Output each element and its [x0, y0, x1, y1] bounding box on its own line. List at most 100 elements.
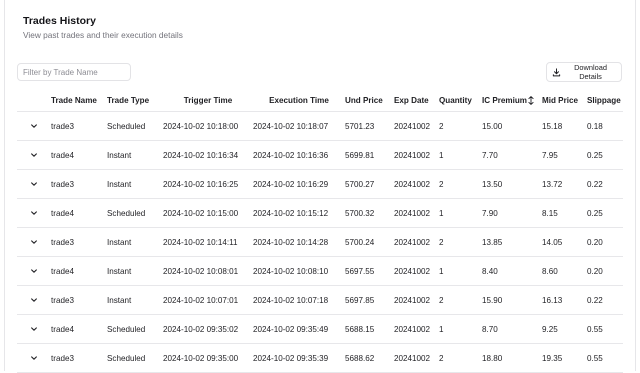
mid-price-cell: 8.60: [542, 256, 587, 286]
filter-trade-name-input[interactable]: [17, 63, 131, 81]
trade-name-cell: trade4: [51, 140, 107, 170]
exp-date-cell: 20241002: [394, 343, 439, 373]
ic-premium-label: IC Premium: [482, 95, 527, 105]
und-price-cell: 5700.24: [345, 227, 394, 257]
column-header-und-price[interactable]: Und Price: [345, 90, 394, 112]
exp-date-cell: 20241002: [394, 111, 439, 141]
quantity-cell: 1: [439, 140, 482, 170]
slippage-cell: 0.25: [587, 198, 623, 228]
column-header-quantity[interactable]: Quantity: [439, 90, 482, 112]
trigger-time-cell: 2024-10-02 10:14:11: [163, 227, 253, 257]
ic-premium-cell: 15.00: [482, 111, 542, 141]
chevron-down-icon[interactable]: [28, 236, 40, 248]
exp-date-cell: 20241002: [394, 169, 439, 199]
slippage-cell: 0.25: [587, 140, 623, 170]
mid-price-cell: 14.05: [542, 227, 587, 257]
chevron-down-icon[interactable]: [28, 323, 40, 335]
chevron-down-icon[interactable]: [28, 120, 40, 132]
exp-date-cell: 20241002: [394, 227, 439, 257]
download-details-label: Download Details: [574, 63, 607, 81]
slippage-cell: 0.18: [587, 111, 623, 141]
trigger-time-cell: 2024-10-02 10:07:01: [163, 285, 253, 315]
trade-name-cell: trade3: [51, 111, 107, 141]
row-expand-cell: [17, 343, 51, 373]
trades-table-body: trade3 Scheduled 2024-10-02 10:18:00 2024-1…: [17, 111, 623, 373]
quantity-cell: 2: [439, 227, 482, 257]
table-row[interactable]: trade3 Instant 2024-10-02 10:14:11 2024-10-…: [17, 227, 623, 257]
table-row[interactable]: trade4 Scheduled 2024-10-02 09:35:02 2024-1…: [17, 314, 623, 344]
trigger-time-cell: 2024-10-02 09:35:00: [163, 343, 253, 373]
table-row[interactable]: trade3 Instant 2024-10-02 10:07:01 2024-10-…: [17, 285, 623, 315]
quantity-cell: 2: [439, 169, 482, 199]
execution-time-cell: 2024-10-02 10:08:10: [253, 256, 345, 286]
mid-price-cell: 19.35: [542, 343, 587, 373]
column-header-slippage[interactable]: Slippage: [587, 90, 623, 112]
ic-premium-cell: 15.90: [482, 285, 542, 315]
chevron-down-icon[interactable]: [28, 178, 40, 190]
ic-premium-cell: 13.50: [482, 169, 542, 199]
sort-arrows-icon[interactable]: [528, 96, 534, 106]
ic-premium-cell: 7.90: [482, 198, 542, 228]
mid-price-cell: 9.25: [542, 314, 587, 344]
ic-premium-cell: 8.40: [482, 256, 542, 286]
row-expand-cell: [17, 169, 51, 199]
mid-price-cell: 13.72: [542, 169, 587, 199]
row-expand-cell: [17, 198, 51, 228]
row-expand-cell: [17, 140, 51, 170]
table-row[interactable]: trade4 Instant 2024-10-02 10:16:34 2024-10-…: [17, 140, 623, 170]
chevron-down-icon[interactable]: [28, 207, 40, 219]
chevron-down-icon[interactable]: [28, 265, 40, 277]
column-header-ic-premium[interactable]: IC Premium: [482, 90, 542, 112]
trade-type-cell: Scheduled: [107, 198, 163, 228]
trade-type-cell: Instant: [107, 140, 163, 170]
chevron-down-icon[interactable]: [28, 352, 40, 364]
execution-time-cell: 2024-10-02 10:15:12: [253, 198, 345, 228]
trade-type-cell: Scheduled: [107, 314, 163, 344]
table-row[interactable]: trade3 Scheduled 2024-10-02 10:18:00 2024-1…: [17, 111, 623, 141]
execution-time-cell: 2024-10-02 09:35:39: [253, 343, 345, 373]
column-header-exp-date[interactable]: Exp Date: [394, 90, 439, 112]
trigger-time-cell: 2024-10-02 10:16:25: [163, 169, 253, 199]
column-header-mid-price[interactable]: Mid Price: [542, 90, 587, 112]
exp-date-cell: 20241002: [394, 314, 439, 344]
trade-name-cell: trade3: [51, 285, 107, 315]
execution-time-cell: 2024-10-02 10:16:29: [253, 169, 345, 199]
column-header-execution-time[interactable]: Execution Time: [253, 90, 345, 112]
und-price-cell: 5688.15: [345, 314, 394, 344]
table-header-row: Trade Name Trade Type Trigger Time Execu…: [17, 90, 623, 112]
ic-premium-cell: 8.70: [482, 314, 542, 344]
column-header-trigger-time[interactable]: Trigger Time: [163, 90, 253, 112]
table-row[interactable]: trade4 Instant 2024-10-02 10:08:01 2024-10-…: [17, 256, 623, 286]
column-header-trade-name[interactable]: Trade Name: [51, 90, 107, 112]
row-expand-cell: [17, 285, 51, 315]
exp-date-cell: 20241002: [394, 140, 439, 170]
mid-price-cell: 7.95: [542, 140, 587, 170]
quantity-cell: 2: [439, 285, 482, 315]
mid-price-cell: 15.18: [542, 111, 587, 141]
trigger-time-cell: 2024-10-02 10:16:34: [163, 140, 253, 170]
trade-type-cell: Instant: [107, 285, 163, 315]
trade-name-cell: trade3: [51, 227, 107, 257]
column-header-trade-type[interactable]: Trade Type: [107, 90, 163, 112]
download-icon: [552, 67, 561, 76]
quantity-cell: 1: [439, 256, 482, 286]
table-row[interactable]: trade3 Instant 2024-10-02 10:16:25 2024-10-…: [17, 169, 623, 199]
download-details-button[interactable]: Download Details: [546, 62, 622, 82]
ic-premium-cell: 7.70: [482, 140, 542, 170]
quantity-cell: 2: [439, 111, 482, 141]
und-price-cell: 5688.62: [345, 343, 394, 373]
execution-time-cell: 2024-10-02 10:07:18: [253, 285, 345, 315]
trade-type-cell: Scheduled: [107, 343, 163, 373]
chevron-down-icon[interactable]: [28, 294, 40, 306]
table-row[interactable]: trade4 Scheduled 2024-10-02 10:15:00 2024-1…: [17, 198, 623, 228]
trade-name-cell: trade3: [51, 343, 107, 373]
chevron-down-icon[interactable]: [28, 149, 40, 161]
trigger-time-cell: 2024-10-02 10:15:00: [163, 198, 253, 228]
table-row[interactable]: trade3 Scheduled 2024-10-02 09:35:00 2024-1…: [17, 343, 623, 373]
und-price-cell: 5701.23: [345, 111, 394, 141]
slippage-cell: 0.55: [587, 314, 623, 344]
trades-table: Trade Name Trade Type Trigger Time Execu…: [17, 90, 623, 373]
execution-time-cell: 2024-10-02 09:35:49: [253, 314, 345, 344]
und-price-cell: 5697.55: [345, 256, 394, 286]
ic-premium-cell: 13.85: [482, 227, 542, 257]
